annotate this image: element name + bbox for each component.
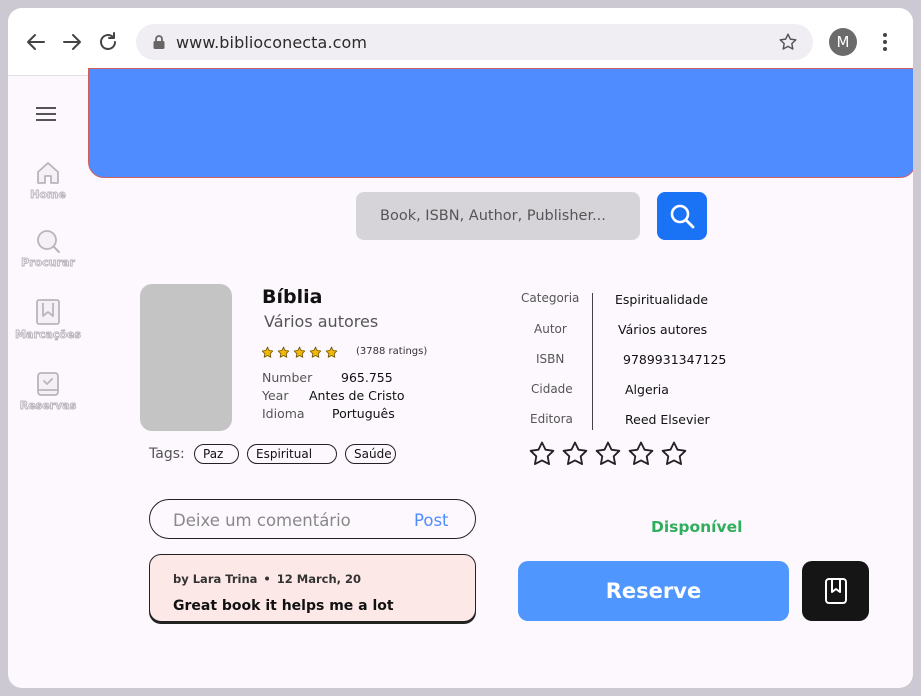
star-icon[interactable] — [777, 31, 799, 53]
book-title: Bíblia — [262, 286, 323, 308]
bookmark-icon — [825, 578, 847, 604]
star-outline-icon[interactable] — [627, 440, 655, 468]
sidebar-item-home[interactable]: Home — [8, 160, 88, 201]
back-arrow-icon[interactable] — [24, 30, 48, 54]
sidebar-item-reservas[interactable]: Reservas — [8, 371, 88, 412]
review-author: by Lara Trina — [173, 572, 258, 586]
post-button[interactable]: Post — [414, 511, 449, 530]
sidebar-item-procurar[interactable]: Procurar — [8, 228, 88, 269]
house-icon — [37, 162, 59, 184]
browser-window: www.biblioconecta.com M Home Procurar Ma… — [8, 8, 913, 688]
kebab-menu-icon[interactable] — [875, 30, 895, 54]
star-filled-icon — [309, 346, 322, 358]
sidebar-item-marcacoes[interactable]: Marcações — [8, 298, 88, 341]
detail-label-isbn: ISBN — [536, 352, 565, 366]
star-outline-icon[interactable] — [594, 440, 622, 468]
average-rating — [261, 346, 341, 360]
detail-value-categoria: Espiritualidade — [615, 292, 709, 307]
book-author: Vários autores — [264, 312, 379, 331]
profile-avatar[interactable]: M — [829, 28, 857, 56]
tag-espiritual[interactable]: Espiritual — [247, 444, 337, 464]
star-filled-icon — [261, 346, 274, 358]
star-outline-icon[interactable] — [660, 440, 688, 468]
comment-field[interactable]: Deixe um comentário Post — [149, 499, 476, 539]
separator-dot: • — [263, 572, 271, 586]
search-icon — [37, 230, 60, 253]
tag-saude[interactable]: Saúde — [345, 444, 396, 464]
forward-arrow-icon[interactable] — [60, 30, 84, 54]
meta-value-idioma: Português — [332, 406, 395, 421]
detail-label-cidade: Cidade — [531, 382, 573, 396]
star-filled-icon — [293, 346, 306, 358]
address-bar[interactable]: www.biblioconecta.com — [136, 24, 813, 60]
book-cover — [140, 284, 232, 431]
detail-value-isbn: 9789931347125 — [623, 352, 727, 367]
meta-label-idioma: Idioma — [262, 406, 305, 421]
review-text: Great book it helps me a lot — [173, 598, 394, 614]
details-divider — [592, 293, 593, 430]
lock-icon — [153, 35, 165, 49]
sidebar-item-label: Reservas — [19, 399, 77, 413]
hamburger-menu-icon[interactable] — [36, 106, 56, 122]
detail-label-autor: Autor — [534, 322, 567, 336]
detail-value-cidade: Algeria — [625, 382, 669, 397]
star-outline-icon[interactable] — [561, 440, 589, 468]
review-date: 12 March, 20 — [276, 572, 362, 586]
browser-toolbar: www.biblioconecta.com M — [8, 8, 913, 76]
reserve-button[interactable]: Reserve — [518, 561, 789, 621]
meta-value-number: 965.755 — [341, 370, 393, 385]
star-filled-icon — [325, 346, 338, 358]
search-input[interactable]: Book, ISBN, Author, Publisher... — [356, 192, 640, 240]
tags-label: Tags: — [149, 446, 185, 462]
star-outline-icon[interactable] — [528, 440, 556, 468]
detail-value-autor: Vários autores — [618, 322, 708, 337]
bookmark-icon — [36, 299, 60, 325]
url-text: www.biblioconecta.com — [176, 33, 368, 52]
hero-banner — [88, 68, 913, 178]
detail-value-editora: Reed Elsevier — [625, 412, 710, 427]
search-icon — [670, 204, 695, 229]
detail-label-editora: Editora — [530, 412, 573, 426]
meta-value-year: Antes de Cristo — [309, 388, 405, 403]
star-filled-icon — [277, 346, 290, 358]
comment-input[interactable]: Deixe um comentário — [173, 511, 351, 530]
reserved-book-icon — [37, 372, 59, 396]
reload-icon[interactable] — [96, 30, 120, 54]
status-badge: Disponível — [651, 518, 743, 536]
sidebar: Home Procurar Marcações Reservas — [8, 76, 88, 688]
review-card: by Lara Trina • 12 March, 20 Great book it… — [149, 554, 476, 622]
meta-label-number: Number — [262, 370, 313, 385]
user-rating — [528, 440, 693, 468]
search-button[interactable] — [657, 192, 707, 240]
sidebar-item-label: Home — [30, 188, 67, 202]
ratings-count: (3788 ratings) — [356, 346, 428, 357]
bookmark-button[interactable] — [802, 561, 869, 621]
tag-paz[interactable]: Paz — [194, 444, 239, 464]
meta-label-year: Year — [262, 388, 289, 403]
review-meta: by Lara Trina • 12 March, 20 — [173, 572, 361, 586]
sidebar-item-label: Procurar — [21, 256, 76, 270]
sidebar-item-label: Marcações — [15, 328, 82, 342]
detail-label-categoria: Categoria — [521, 291, 580, 305]
